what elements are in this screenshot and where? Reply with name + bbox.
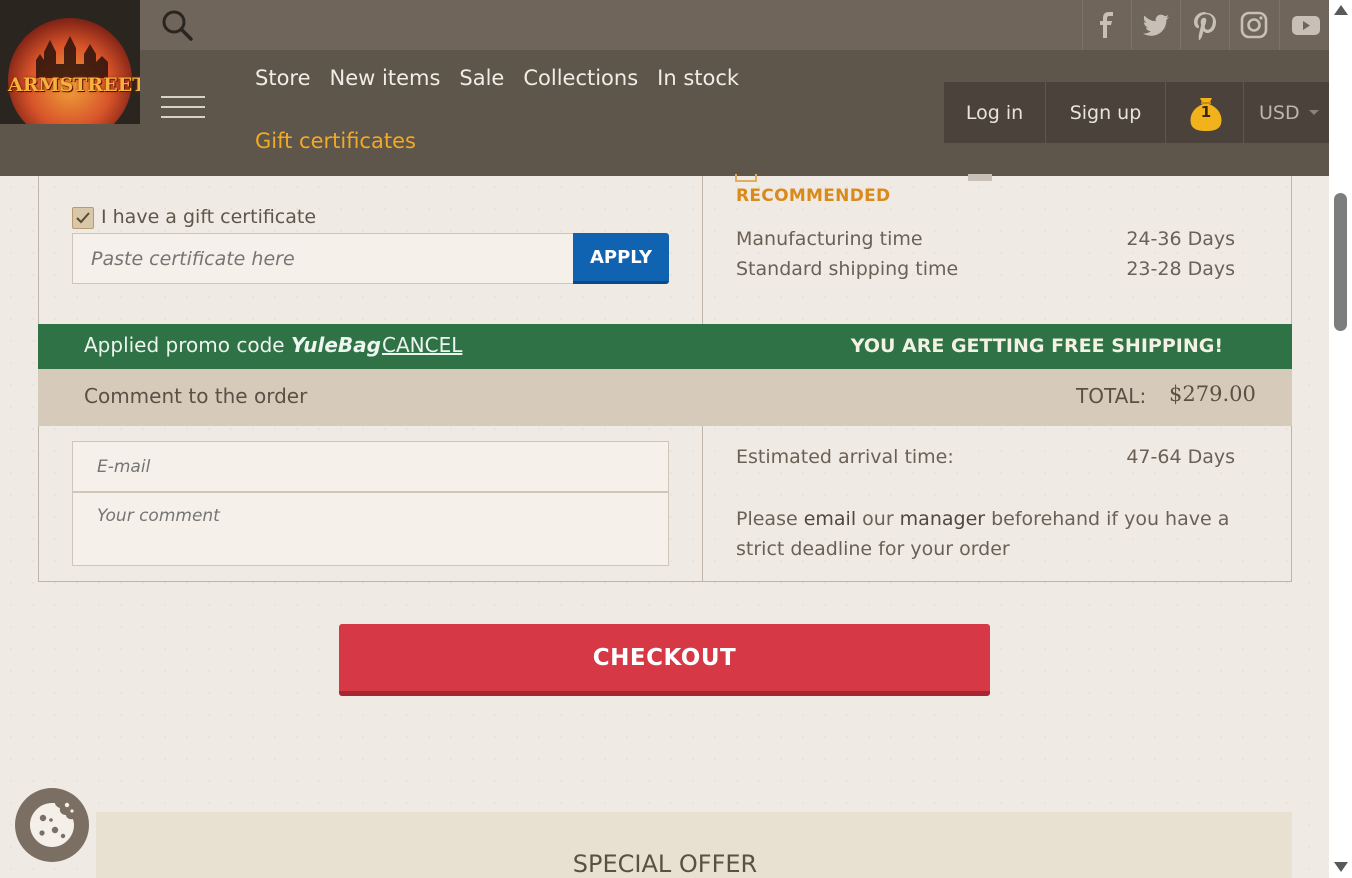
promo-applied-text: Applied promo code YuleBag (84, 333, 381, 357)
certificate-input[interactable] (72, 233, 574, 284)
panel-divider (702, 176, 703, 324)
deadline-mid: our (856, 508, 900, 530)
cookie-icon (30, 802, 74, 847)
arrival-time-label: Estimated arrival time: (736, 446, 954, 468)
shipping-checkbox-partial[interactable] (735, 174, 757, 182)
recommended-badge: RECOMMENDED (736, 186, 891, 206)
nav-item-in-stock[interactable]: In stock (657, 66, 739, 90)
nav-item-gift-certificates[interactable]: Gift certificates (255, 129, 416, 153)
nav-item-sale[interactable]: Sale (459, 66, 504, 90)
comment-title: Comment to the order (84, 384, 308, 408)
currency-select[interactable]: USD (1244, 82, 1329, 143)
page-scrollbar[interactable] (1329, 0, 1352, 878)
promo-cancel-link[interactable]: CANCEL (382, 333, 462, 357)
checkmark-icon (76, 212, 90, 224)
manager-link[interactable]: manager (900, 508, 985, 530)
scroll-down-icon[interactable] (1334, 862, 1348, 872)
total-label: TOTAL: (1076, 384, 1147, 408)
manufacturing-time-value: 24-36 Days (1126, 228, 1235, 250)
gift-certificate-checkbox[interactable] (72, 207, 94, 229)
manufacturing-time-label: Manufacturing time (736, 228, 923, 250)
hamburger-menu-icon[interactable] (161, 96, 205, 120)
youtube-icon[interactable] (1279, 0, 1329, 50)
logo-wordmark: ARMSTREET (8, 74, 140, 96)
nav-item-store[interactable]: Store (255, 66, 311, 90)
account-bar: Log in Sign up USD (944, 82, 1329, 143)
gift-certificate-label[interactable]: I have a gift certificate (101, 206, 316, 228)
email-field[interactable] (72, 441, 669, 492)
deadline-pre: Please (736, 508, 804, 530)
page: ARMSTREET Store New items Sale Collectio… (0, 0, 1329, 878)
cookie-settings-button[interactable] (15, 788, 89, 862)
cart-count: 1 (1200, 103, 1212, 121)
pinterest-icon[interactable] (1180, 0, 1229, 50)
standard-shipping-value: 23-28 Days (1126, 258, 1235, 280)
scrollbar-thumb[interactable] (1334, 193, 1347, 331)
login-button[interactable]: Log in (944, 82, 1046, 143)
email-link[interactable]: email (804, 508, 856, 530)
currency-label: USD (1259, 101, 1300, 124)
twitter-icon[interactable] (1131, 0, 1180, 50)
promo-code: YuleBag (290, 333, 381, 357)
special-offer-title: SPECIAL OFFER (572, 850, 758, 878)
total-value: $279.00 (1169, 382, 1256, 406)
deadline-note: Please email our manager beforehand if y… (736, 504, 1256, 564)
signup-button[interactable]: Sign up (1046, 82, 1166, 143)
checkout-button[interactable]: CHECKOUT (339, 624, 990, 696)
logo-castle-icon (36, 36, 108, 78)
scroll-up-icon[interactable] (1334, 5, 1348, 15)
site-logo[interactable]: ARMSTREET (0, 0, 140, 124)
free-shipping-notice: YOU ARE GETTING FREE SHIPPING! (850, 335, 1223, 357)
nav-item-collections[interactable]: Collections (523, 66, 638, 90)
arrival-time-value: 47-64 Days (1126, 446, 1235, 468)
search-icon[interactable] (160, 8, 194, 42)
instagram-icon[interactable] (1229, 0, 1278, 50)
facebook-icon[interactable] (1082, 0, 1131, 50)
promo-prefix: Applied promo code (84, 333, 291, 357)
main-nav: Store New items Sale Collections In stoc… (255, 66, 758, 90)
shipping-option-partial (968, 174, 992, 181)
comment-field[interactable] (72, 492, 669, 566)
nav-item-new-items[interactable]: New items (330, 66, 441, 90)
apply-button[interactable]: APPLY (573, 233, 669, 284)
standard-shipping-label: Standard shipping time (736, 258, 959, 280)
chevron-down-icon (1308, 109, 1319, 115)
